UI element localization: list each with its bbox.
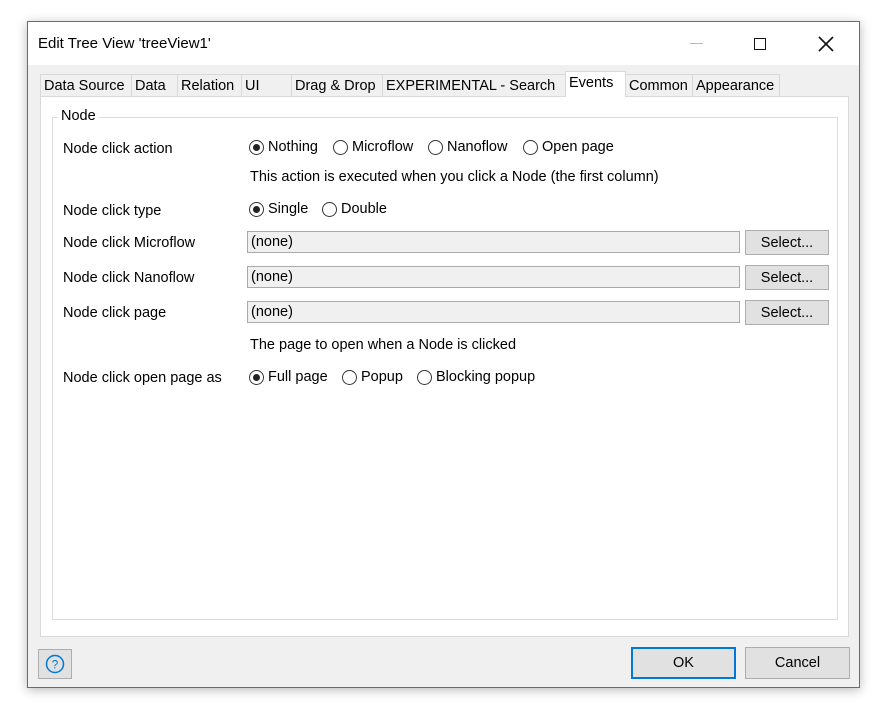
radio-selected-dot: [253, 143, 260, 151]
tab-experimental-search[interactable]: EXPERIMENTAL - Search: [382, 74, 566, 96]
radio-label: Blocking popup: [436, 369, 536, 385]
question-circle-icon: ?: [45, 654, 65, 674]
click-page-hint: The page to open when a Node is clicked: [250, 337, 517, 353]
tab-drag-drop[interactable]: Drag & Drop: [291, 74, 383, 96]
radio-selected-dot: [253, 205, 260, 213]
tab-events[interactable]: Events: [565, 71, 626, 97]
node-click-page-label: Node click page: [63, 305, 167, 321]
title-bar: Edit Tree View 'treeView1': [28, 22, 859, 65]
radio-circle: [523, 139, 538, 155]
tab-data-source[interactable]: Data Source: [40, 74, 132, 96]
minimize-icon: [689, 43, 703, 44]
minimize-button[interactable]: [673, 22, 719, 65]
maximize-button[interactable]: [737, 22, 783, 65]
radio-label: Open page: [542, 139, 614, 155]
node-click-microflow-label: Node click Microflow: [63, 235, 196, 251]
tab-appearance[interactable]: Appearance: [692, 74, 780, 96]
radio-circle: [322, 201, 337, 217]
radio-circle: [428, 139, 443, 155]
node-click-action-label: Node click action: [63, 141, 173, 157]
tab-ui[interactable]: UI: [241, 74, 292, 96]
dialog-title: Edit Tree View 'treeView1': [38, 35, 211, 52]
radio-label: Full page: [268, 369, 328, 385]
help-button[interactable]: ?: [38, 649, 72, 679]
cancel-button[interactable]: Cancel: [745, 647, 850, 679]
radio-nothing[interactable]: Nothing: [249, 139, 318, 155]
radio-popup[interactable]: Popup: [342, 369, 403, 385]
radio-label: Popup: [361, 369, 403, 385]
events-tab-panel: Node Node click action Nothing Microflow…: [40, 96, 849, 637]
page-field[interactable]: (none): [247, 301, 740, 323]
radio-nanoflow[interactable]: Nanoflow: [428, 139, 507, 155]
radio-circle: [342, 369, 357, 385]
select-nanoflow-button[interactable]: Select...: [745, 265, 829, 290]
radio-label: Nanoflow: [447, 139, 508, 155]
radio-circle: [333, 139, 348, 155]
tab-common[interactable]: Common: [625, 74, 693, 96]
radio-circle: [417, 369, 432, 385]
radio-blocking-popup[interactable]: Blocking popup: [417, 369, 535, 385]
node-groupbox: Node Node click action Nothing Microflow…: [52, 108, 838, 620]
tab-data[interactable]: Data: [131, 74, 178, 96]
maximize-icon: [754, 37, 766, 50]
nanoflow-field[interactable]: (none): [247, 266, 740, 288]
node-click-open-page-as-label: Node click open page as: [63, 370, 222, 386]
node-click-nanoflow-label: Node click Nanoflow: [63, 270, 195, 286]
radio-circle: [249, 139, 264, 155]
radio-label: Single: [268, 201, 309, 217]
radio-open-page[interactable]: Open page: [523, 139, 614, 155]
radio-circle: [249, 369, 264, 385]
select-page-button[interactable]: Select...: [745, 300, 829, 325]
radio-double[interactable]: Double: [322, 201, 387, 217]
select-microflow-button[interactable]: Select...: [745, 230, 829, 255]
dialog-window: Edit Tree View 'treeView1' Data Source D…: [27, 21, 860, 688]
ok-button[interactable]: OK: [631, 647, 736, 679]
svg-text:?: ?: [52, 658, 59, 672]
radio-microflow[interactable]: Microflow: [333, 139, 413, 155]
close-button[interactable]: [803, 22, 849, 65]
group-legend: Node: [58, 108, 99, 124]
node-click-type-label: Node click type: [63, 203, 162, 219]
radio-label: Double: [341, 201, 387, 217]
radio-full-page[interactable]: Full page: [249, 369, 328, 385]
tab-relation[interactable]: Relation: [177, 74, 242, 96]
close-icon: [818, 35, 834, 52]
radio-selected-dot: [253, 373, 260, 381]
radio-label: Nothing: [268, 139, 318, 155]
radio-circle: [249, 201, 264, 217]
radio-single[interactable]: Single: [249, 201, 308, 217]
microflow-field[interactable]: (none): [247, 231, 740, 253]
click-action-hint: This action is executed when you click a…: [250, 169, 659, 185]
radio-label: Microflow: [352, 139, 414, 155]
